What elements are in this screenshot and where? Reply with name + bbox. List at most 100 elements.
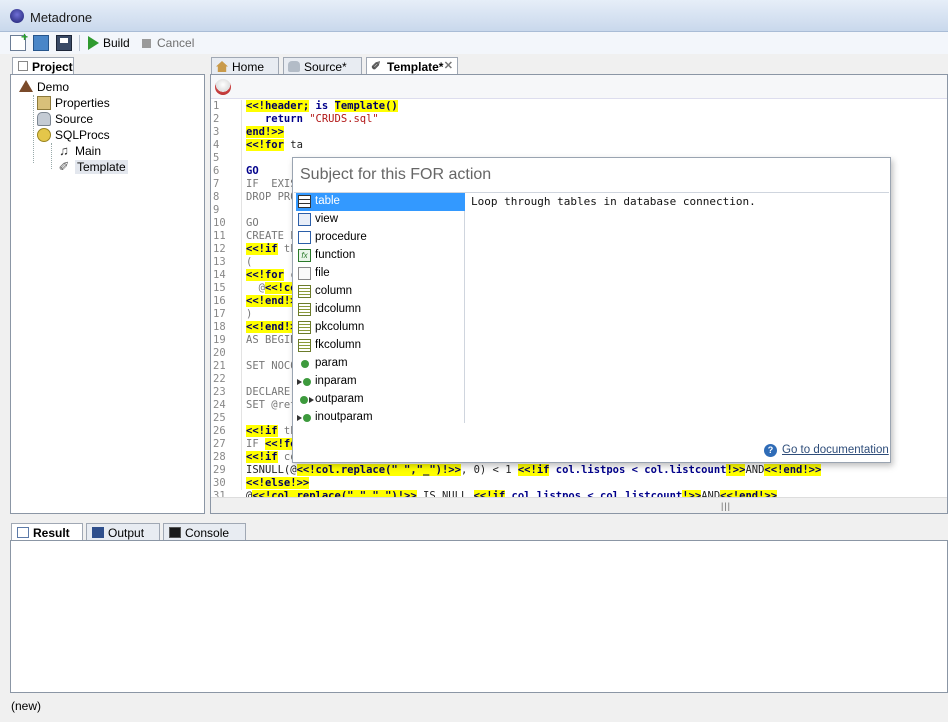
documentation-link-label[interactable]: Go to documentation — [782, 444, 889, 456]
line-number: 25 — [213, 412, 226, 424]
folder-icon — [37, 128, 51, 142]
code-token: end — [246, 126, 265, 138]
scrollbar-grip-icon[interactable]: ||| — [721, 501, 731, 511]
code-text: AS BEGIN — [246, 334, 297, 347]
console-icon — [169, 527, 181, 538]
tab-output-label: Output — [108, 526, 145, 540]
editor-toolbar — [211, 75, 947, 99]
line-number: 24 — [213, 399, 226, 411]
code-token: is — [309, 100, 335, 112]
autocomplete-item-file[interactable]: file — [296, 265, 465, 283]
code-text: return "CRUDS.sql" — [246, 113, 379, 126]
column-icon — [298, 303, 311, 316]
autocomplete-item-label: procedure — [315, 231, 367, 243]
open-folder-icon[interactable] — [33, 35, 49, 51]
tab-project-label: Project — [32, 60, 73, 74]
code-token: IF — [246, 438, 265, 450]
column-icon — [298, 339, 311, 352]
autocomplete-item-inparam[interactable]: inparam — [296, 373, 465, 391]
tab-home[interactable]: Home — [211, 57, 279, 75]
main-icon: ♫ — [59, 143, 69, 158]
code-token: AS BEGIN — [246, 334, 297, 346]
tab-result[interactable]: Result — [11, 523, 83, 541]
line-number: 13 — [213, 256, 226, 268]
code-token: Template() — [334, 100, 398, 112]
autocomplete-item-procedure[interactable]: procedure — [296, 229, 465, 247]
horizontal-scrollbar[interactable]: ||| — [211, 497, 947, 513]
line-number: 30 — [213, 477, 226, 489]
autocomplete-item-function[interactable]: fx function — [296, 247, 465, 265]
tab-output[interactable]: Output — [86, 523, 160, 541]
line-number: 6 — [213, 165, 220, 177]
code-token: <<!end — [246, 295, 284, 307]
autocomplete-item-label: function — [315, 249, 356, 261]
autocomplete-item-label: table — [315, 195, 340, 207]
close-icon[interactable]: ✕ — [444, 59, 453, 72]
code-text: GO — [246, 217, 259, 230]
line-number: 20 — [213, 347, 226, 359]
autocomplete-item-idcolumn[interactable]: idcolumn — [296, 301, 465, 319]
autocomplete-item-label: param — [315, 357, 348, 369]
project-icon — [18, 61, 28, 71]
inoutparam-icon — [297, 414, 311, 422]
cancel-button[interactable]: Cancel — [157, 36, 194, 50]
code-token: AND — [745, 464, 765, 476]
procedure-icon — [298, 231, 311, 244]
code-line[interactable]: 3 end!>> — [211, 126, 947, 139]
code-line[interactable]: 30 <<!else!>> — [211, 477, 947, 490]
code-line[interactable]: 4 <<!for ta — [211, 139, 947, 152]
cancel-stop-icon[interactable] — [142, 39, 151, 48]
tab-template[interactable]: ✐ Template* ✕ — [366, 57, 458, 75]
line-number: 14 — [213, 269, 226, 281]
function-icon: fx — [298, 249, 311, 262]
tree-item-label: Main — [75, 144, 102, 158]
new-file-icon[interactable] — [10, 30, 28, 51]
help-icon: ? — [764, 444, 777, 457]
line-number: 21 — [213, 360, 226, 372]
autocomplete-item-pkcolumn[interactable]: pkcolumn — [296, 319, 465, 337]
status-bar: (new) — [0, 696, 948, 722]
code-token: <<!if — [246, 451, 278, 463]
line-number: 12 — [213, 243, 226, 255]
tab-console[interactable]: Console — [163, 523, 246, 541]
autocomplete-item-view[interactable]: view — [296, 211, 465, 229]
run-template-icon[interactable] — [215, 79, 231, 95]
line-number: 28 — [213, 451, 226, 463]
toolbar-separator — [79, 35, 80, 51]
tree-item-label: Template — [75, 160, 128, 174]
code-text: <<!else!>> — [246, 477, 310, 490]
autocomplete-item-table[interactable]: table — [296, 193, 465, 211]
code-token: <<!header; — [246, 100, 310, 112]
template-icon: ✐ — [371, 59, 382, 73]
autocomplete-item-label: outparam — [315, 393, 364, 405]
tab-source-label: Source* — [304, 60, 347, 74]
line-number: 10 — [213, 217, 226, 229]
line-number: 23 — [213, 386, 226, 398]
save-icon[interactable] — [56, 35, 72, 51]
code-token: "CRUDS.sql" — [309, 113, 379, 125]
build-play-icon[interactable] — [88, 36, 99, 50]
autocomplete-item-column[interactable]: column — [296, 283, 465, 301]
view-icon — [298, 213, 311, 226]
code-token: !>> — [726, 464, 746, 476]
code-token: <<!if — [246, 243, 278, 255]
code-token: !>> — [264, 126, 284, 138]
code-line[interactable]: 29 ISNULL(@<<!col.replace(" ","_")!>>, 0)… — [211, 464, 947, 477]
autocomplete-item-inoutparam[interactable]: inoutparam — [296, 409, 465, 427]
code-line[interactable]: 2 return "CRUDS.sql" — [211, 113, 947, 126]
line-number: 18 — [213, 321, 226, 333]
code-line[interactable]: 1 <<!header; is Template() — [211, 100, 947, 113]
result-panel — [10, 540, 948, 693]
properties-icon — [37, 96, 51, 110]
code-token: <<!for — [246, 139, 284, 151]
tab-source[interactable]: Source* — [283, 57, 362, 75]
build-button[interactable]: Build — [103, 36, 130, 50]
autocomplete-item-param[interactable]: param — [296, 355, 465, 373]
database-icon — [288, 61, 300, 72]
autocomplete-item-fkcolumn[interactable]: fkcolumn — [296, 337, 465, 355]
tab-project[interactable]: Project — [12, 57, 74, 75]
param-icon — [301, 360, 309, 368]
line-number: 19 — [213, 334, 226, 346]
autocomplete-item-outparam[interactable]: outparam — [296, 391, 465, 409]
home-icon — [216, 61, 228, 72]
